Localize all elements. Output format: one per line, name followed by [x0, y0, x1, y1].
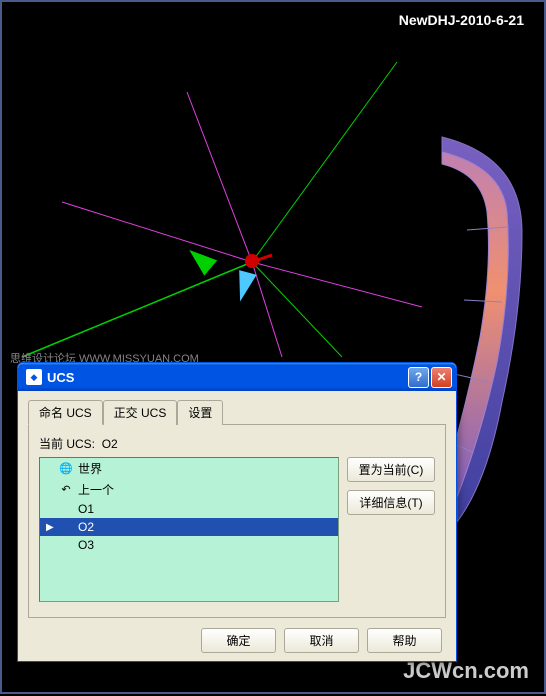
list-item-label: 上一个: [78, 481, 114, 498]
help-button[interactable]: 帮助: [367, 628, 442, 653]
list-item-label: 世界: [78, 460, 102, 477]
dialog-title: UCS: [47, 370, 406, 385]
help-icon[interactable]: ?: [408, 367, 429, 388]
ok-button[interactable]: 确定: [201, 628, 276, 653]
current-ucs-label: 当前 UCS: O2: [39, 435, 435, 452]
list-item-o3[interactable]: O3: [40, 536, 338, 554]
list-item-o2[interactable]: ▶ O2: [40, 518, 338, 536]
details-button[interactable]: 详细信息(T): [347, 490, 435, 515]
tab-content: 当前 UCS: O2 🌐 世界 ↶ 上一个: [28, 425, 446, 618]
list-item-label: O2: [78, 520, 94, 534]
tab-settings[interactable]: 设置: [177, 400, 223, 425]
list-item-label: O1: [78, 502, 94, 516]
cancel-button[interactable]: 取消: [284, 628, 359, 653]
previous-icon: ↶: [59, 483, 73, 497]
tab-named-ucs[interactable]: 命名 UCS: [28, 400, 103, 425]
ucs-dialog: ◆ UCS ? ✕ 命名 UCS 正交 UCS 设置 当前 UCS: O2 🌐 …: [17, 362, 457, 662]
side-buttons: 置为当前(C) 详细信息(T): [347, 457, 435, 607]
watermark-top: NewDHJ-2010-6-21: [399, 12, 524, 28]
set-current-button[interactable]: 置为当前(C): [347, 457, 435, 482]
dialog-body: 命名 UCS 正交 UCS 设置 当前 UCS: O2 🌐 世界 ↶: [18, 391, 456, 661]
current-prefix: 当前 UCS:: [39, 437, 95, 451]
current-value: O2: [102, 437, 118, 451]
list-item-o1[interactable]: O1: [40, 500, 338, 518]
tab-ortho-ucs[interactable]: 正交 UCS: [103, 400, 178, 425]
list-item-world[interactable]: 🌐 世界: [40, 458, 338, 479]
dialog-icon: ◆: [26, 369, 42, 385]
selection-indicator-icon: ▶: [46, 522, 54, 533]
dialog-titlebar[interactable]: ◆ UCS ? ✕: [18, 363, 456, 391]
ucs-origin-sphere: [245, 254, 259, 268]
list-item-previous[interactable]: ↶ 上一个: [40, 479, 338, 500]
tabs-bar: 命名 UCS 正交 UCS 设置: [28, 399, 446, 425]
close-icon[interactable]: ✕: [431, 367, 452, 388]
list-item-label: O3: [78, 538, 94, 552]
globe-icon: 🌐: [59, 462, 73, 476]
ucs-listbox[interactable]: 🌐 世界 ↶ 上一个 O1 ▶: [39, 457, 339, 602]
dialog-bottom-buttons: 确定 取消 帮助: [28, 628, 446, 653]
